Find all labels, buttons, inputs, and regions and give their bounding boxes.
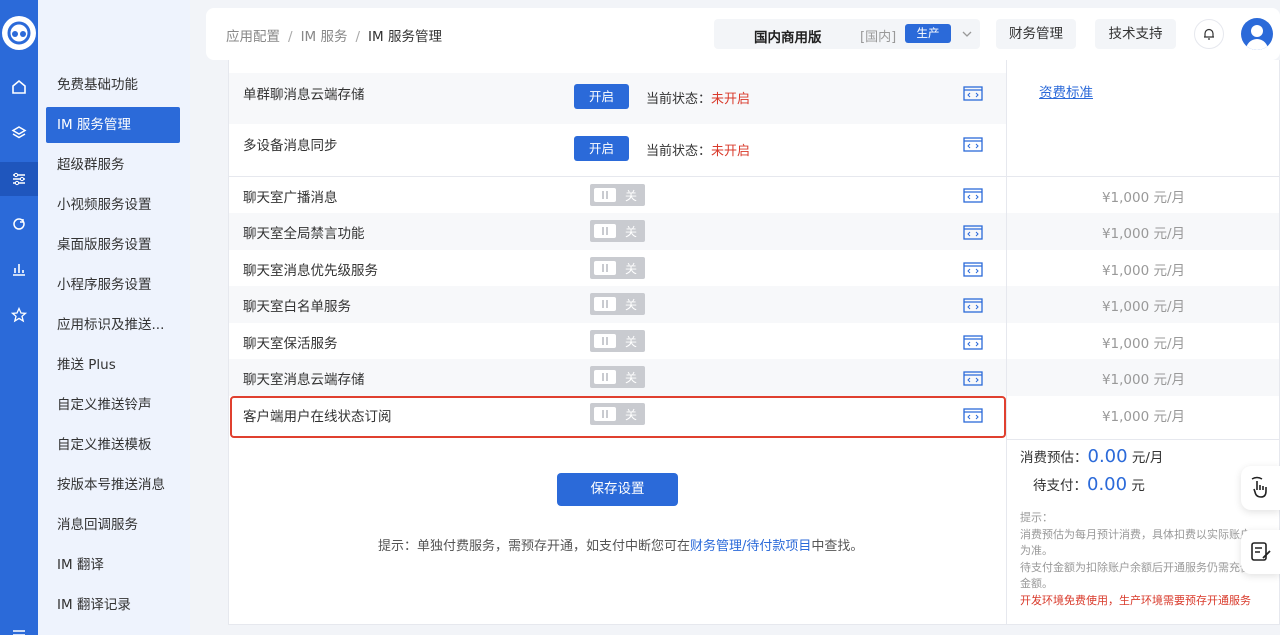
paid-service-row: 聊天室全局禁言功能 关 bbox=[229, 213, 1006, 250]
bell-icon[interactable] bbox=[1194, 19, 1224, 49]
breadcrumb-current: IM 服务管理 bbox=[368, 29, 442, 45]
layers-icon[interactable] bbox=[0, 116, 38, 150]
home-icon[interactable] bbox=[0, 70, 38, 104]
sidebar-item-short-video[interactable]: 小视频服务设置 bbox=[46, 187, 180, 223]
icon-rail bbox=[0, 0, 38, 635]
sidebar-item-custom-ringtone[interactable]: 自定义推送铃声 bbox=[46, 387, 180, 423]
highlight-box bbox=[230, 396, 1006, 438]
service-label: 聊天室广播消息 bbox=[243, 190, 338, 206]
region-label: [国内] bbox=[860, 30, 897, 45]
top-header: 应用配置 / IM 服务 / IM 服务管理 国内商用版 [国内] 生产 财务管理 技术… bbox=[206, 8, 1280, 60]
api-doc-icon[interactable] bbox=[963, 335, 983, 350]
service-toggle[interactable]: 关 bbox=[590, 184, 645, 206]
service-row: 多设备消息同步 开启 当前状态：未开启 bbox=[229, 124, 1006, 175]
menu-icon[interactable] bbox=[0, 618, 38, 635]
enable-button[interactable]: 开启 bbox=[574, 136, 629, 161]
service-label: 聊天室保活服务 bbox=[243, 336, 338, 352]
service-price: ¥1,000 元/月 bbox=[1101, 226, 1186, 242]
fee-standard-link[interactable]: 资费标准 bbox=[1039, 81, 1093, 101]
service-price: ¥1,000 元/月 bbox=[1101, 299, 1186, 315]
service-row: 单群聊消息云端存储 开启 当前状态：未开启 bbox=[229, 73, 1006, 124]
env-tag: 生产 bbox=[905, 24, 951, 43]
avatar[interactable] bbox=[1241, 18, 1273, 50]
service-price: ¥1,000 元/月 bbox=[1101, 263, 1186, 279]
service-price: ¥1,000 元/月 bbox=[1101, 372, 1186, 388]
sidebar-item-push-plus[interactable]: 推送 Plus bbox=[46, 347, 180, 383]
sidebar-item-version-push[interactable]: 按版本号推送消息 bbox=[46, 467, 180, 503]
service-label: 多设备消息同步 bbox=[243, 138, 338, 154]
settings-sliders-icon[interactable] bbox=[0, 162, 38, 196]
app-logo-icon[interactable] bbox=[2, 16, 36, 50]
service-label: 聊天室白名单服务 bbox=[243, 299, 351, 315]
support-button[interactable]: 技术支持 bbox=[1095, 19, 1176, 49]
gesture-help-icon[interactable] bbox=[1241, 466, 1280, 510]
sidebar-item-custom-template[interactable]: 自定义推送模板 bbox=[46, 427, 180, 463]
enable-button[interactable]: 开启 bbox=[574, 84, 629, 109]
service-label: 聊天室消息优先级服务 bbox=[243, 263, 378, 279]
sidebar-item-ultra-group[interactable]: 超级群服务 bbox=[46, 147, 180, 183]
service-label: 聊天室消息云端存储 bbox=[243, 372, 365, 388]
breadcrumb-app-config[interactable]: 应用配置 bbox=[226, 29, 280, 45]
finance-button[interactable]: 财务管理 bbox=[996, 19, 1076, 49]
feedback-edit-icon[interactable] bbox=[1241, 530, 1280, 574]
monthly-estimate: 消费预估：0.00 元/月 bbox=[1020, 446, 1164, 467]
api-doc-icon[interactable] bbox=[963, 188, 983, 203]
service-status: 当前状态：未开启 bbox=[646, 92, 751, 107]
api-doc-icon[interactable] bbox=[963, 86, 983, 101]
pending-payment-link[interactable]: 财务管理/待付款项目 bbox=[690, 539, 811, 554]
sidebar-item-translate-log[interactable]: IM 翻译记录 bbox=[46, 587, 180, 623]
paid-service-row: 聊天室消息优先级服务 关 bbox=[229, 250, 1006, 286]
paid-service-row: 聊天室保活服务 关 bbox=[229, 323, 1006, 359]
environment-selector[interactable]: 国内商用版 [国内] 生产 bbox=[714, 19, 980, 49]
edition-label: 国内商用版 bbox=[754, 30, 822, 46]
sidebar-item-im-translate[interactable]: IM 翻译 bbox=[46, 547, 180, 583]
sidebar-item-mini-program[interactable]: 小程序服务设置 bbox=[46, 267, 180, 303]
bar-chart-icon[interactable] bbox=[0, 252, 38, 286]
sidebar-item-callback[interactable]: 消息回调服务 bbox=[46, 507, 180, 543]
billing-note: 提示： 消费预估为每月预计消费，具体扣费以实际账户为准。 待支付金额为扣除账户余… bbox=[1020, 511, 1251, 607]
service-status: 当前状态：未开启 bbox=[646, 144, 751, 159]
sidebar-item-app-identity-push[interactable]: 应用标识及推送... bbox=[46, 307, 180, 343]
service-price: ¥1,000 元/月 bbox=[1101, 336, 1186, 352]
service-label: 聊天室全局禁言功能 bbox=[243, 226, 365, 242]
paid-service-row: 聊天室白名单服务 关 bbox=[229, 286, 1006, 323]
api-doc-icon[interactable] bbox=[963, 371, 983, 386]
star-icon[interactable] bbox=[0, 298, 38, 332]
sidebar-item-im-service[interactable]: IM 服务管理 bbox=[46, 107, 180, 143]
service-price: ¥1,000 元/月 bbox=[1101, 409, 1186, 425]
api-doc-icon[interactable] bbox=[963, 225, 983, 240]
service-toggle[interactable]: 关 bbox=[590, 220, 645, 242]
sidebar-item-desktop[interactable]: 桌面版服务设置 bbox=[46, 227, 180, 263]
save-settings-button[interactable]: 保存设置 bbox=[557, 473, 678, 506]
api-doc-icon[interactable] bbox=[963, 262, 983, 277]
payment-tip: 提示：单独付费服务，需预存开通，如支付中断您可在财务管理/待付款项目中查找。 bbox=[378, 539, 864, 554]
refresh-icon[interactable] bbox=[0, 207, 38, 241]
service-label: 单群聊消息云端存储 bbox=[243, 87, 365, 103]
service-toggle[interactable]: 关 bbox=[590, 366, 645, 388]
service-price: ¥1,000 元/月 bbox=[1101, 190, 1186, 206]
chevron-down-icon bbox=[962, 31, 972, 37]
pending-payment: 待支付：0.00 元 bbox=[1033, 474, 1145, 495]
secondary-sidebar: 免费基础功能 IM 服务管理 超级群服务 小视频服务设置 桌面版服务设置 小程序… bbox=[38, 0, 190, 635]
paid-service-row: 聊天室广播消息 关 bbox=[229, 177, 1006, 213]
divider bbox=[1007, 439, 1279, 440]
service-toggle[interactable]: 关 bbox=[590, 330, 645, 352]
sidebar-item-free-basic[interactable]: 免费基础功能 bbox=[46, 67, 180, 103]
breadcrumb-im-service[interactable]: IM 服务 bbox=[301, 29, 348, 45]
api-doc-icon[interactable] bbox=[963, 298, 983, 313]
service-toggle[interactable]: 关 bbox=[590, 257, 645, 279]
breadcrumb: 应用配置 / IM 服务 / IM 服务管理 bbox=[226, 29, 442, 45]
service-toggle[interactable]: 关 bbox=[590, 293, 645, 315]
api-doc-icon[interactable] bbox=[963, 137, 983, 152]
paid-service-row: 聊天室消息云端存储 关 bbox=[229, 359, 1006, 396]
